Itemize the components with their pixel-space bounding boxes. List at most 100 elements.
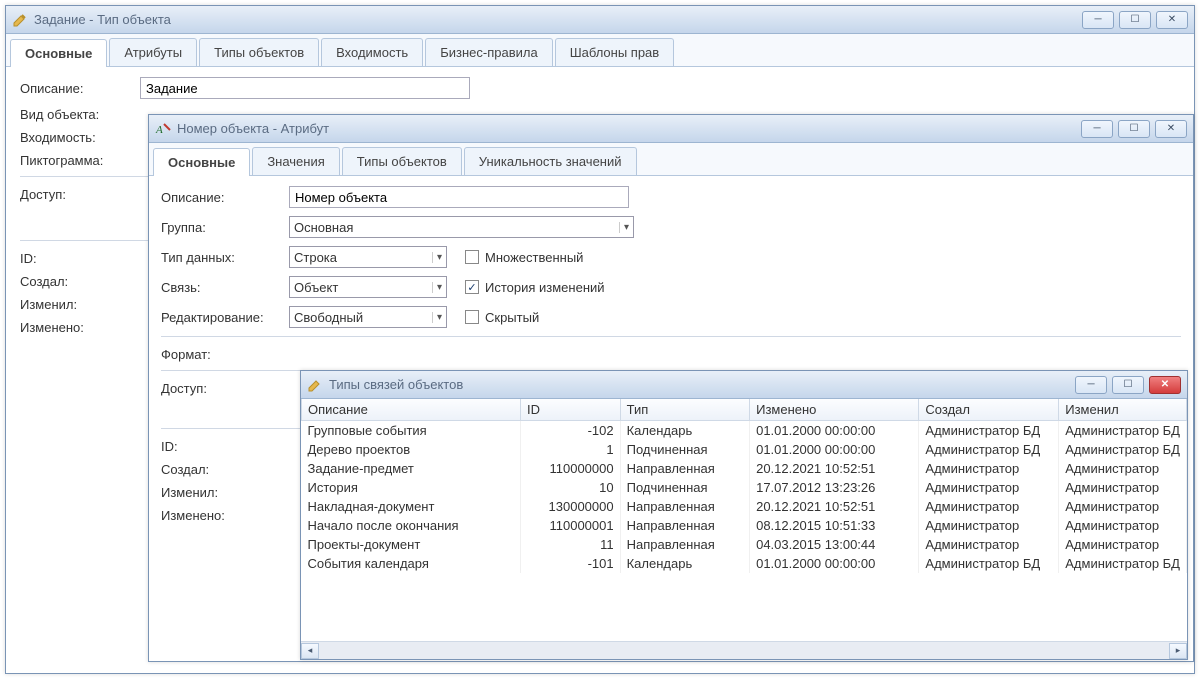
maximize-button[interactable]: ☐ (1119, 11, 1151, 29)
scroll-track[interactable] (319, 643, 1169, 659)
col-id[interactable]: ID (521, 399, 621, 421)
cell-created-by: Администратор (919, 459, 1059, 478)
col-modified[interactable]: Изменено (750, 399, 919, 421)
titlebar[interactable]: Задание - Тип объекта ─ ☐ ✕ (6, 6, 1194, 34)
col-modified-by[interactable]: Изменил (1059, 399, 1187, 421)
window-controls: ─ ☐ ✕ (1082, 11, 1188, 29)
link-types-icon (307, 377, 323, 393)
cell-modified: 01.01.2000 00:00:00 (750, 421, 919, 441)
tab-unique-values[interactable]: Уникальность значений (464, 147, 637, 175)
window-title: Типы связей объектов (329, 377, 1075, 392)
tab-main[interactable]: Основные (10, 39, 107, 67)
editing-dropdown[interactable]: Свободный ▾ (289, 306, 447, 328)
scroll-left-button[interactable]: ◂ (301, 643, 319, 659)
cell-modified-by: Администратор (1059, 478, 1187, 497)
group-dropdown[interactable]: Основная ▾ (289, 216, 634, 238)
col-created-by[interactable]: Создал (919, 399, 1059, 421)
tab-object-types[interactable]: Типы объектов (199, 38, 319, 66)
data-type-value: Строка (294, 250, 428, 265)
hidden-checkbox[interactable]: Скрытый (465, 310, 539, 325)
attribute-icon: A (155, 121, 171, 137)
maximize-button[interactable]: ☐ (1118, 120, 1150, 138)
cell-created-by: Администратор БД (919, 554, 1059, 573)
modified-label: Изменено: (161, 508, 289, 523)
cell-description: Проекты-документ (302, 535, 521, 554)
col-description[interactable]: Описание (302, 399, 521, 421)
cell-created-by: Администратор (919, 497, 1059, 516)
created-label: Создал: (20, 274, 140, 289)
table-row[interactable]: История10Подчиненная17.07.2012 13:23:26А… (302, 478, 1187, 497)
chevron-down-icon: ▾ (432, 282, 442, 293)
minimize-button[interactable]: ─ (1075, 376, 1107, 394)
link-dropdown[interactable]: Объект ▾ (289, 276, 447, 298)
id-label: ID: (20, 251, 140, 266)
cell-type: Подчиненная (620, 478, 749, 497)
modified-by-label: Изменил: (161, 485, 289, 500)
history-checkbox[interactable]: ✓ История изменений (465, 280, 605, 295)
cell-description: Дерево проектов (302, 440, 521, 459)
tab-object-types[interactable]: Типы объектов (342, 147, 462, 175)
table-row[interactable]: Накладная-документ130000000Направленная2… (302, 497, 1187, 516)
tab-business-rules[interactable]: Бизнес-правила (425, 38, 552, 66)
cell-modified-by: Администратор БД (1059, 554, 1187, 573)
cell-modified-by: Администратор (1059, 459, 1187, 478)
data-type-dropdown[interactable]: Строка ▾ (289, 246, 447, 268)
editing-value: Свободный (294, 310, 428, 325)
close-button[interactable]: ✕ (1149, 376, 1181, 394)
minimize-button[interactable]: ─ (1082, 11, 1114, 29)
table-row[interactable]: Групповые события-102Календарь01.01.2000… (302, 421, 1187, 441)
multiple-checkbox[interactable]: Множественный (465, 250, 583, 265)
chevron-down-icon: ▾ (619, 222, 629, 233)
cell-description: Начало после окончания (302, 516, 521, 535)
table-row[interactable]: Начало после окончания110000001Направлен… (302, 516, 1187, 535)
tabs: Основные Атрибуты Типы объектов Входимос… (6, 34, 1194, 67)
window-title: Номер объекта - Атрибут (177, 121, 1081, 136)
cell-type: Направленная (620, 535, 749, 554)
tab-values[interactable]: Значения (252, 147, 339, 175)
format-label: Формат: (161, 347, 289, 362)
cell-modified: 04.03.2015 13:00:44 (750, 535, 919, 554)
history-label: История изменений (485, 280, 605, 295)
cell-id: -101 (521, 554, 621, 573)
id-label: ID: (161, 439, 289, 454)
col-type[interactable]: Тип (620, 399, 749, 421)
scroll-right-button[interactable]: ▸ (1169, 643, 1187, 659)
cell-id: 11 (521, 535, 621, 554)
cell-created-by: Администратор (919, 535, 1059, 554)
description-label: Описание: (161, 190, 289, 205)
cell-description: События календаря (302, 554, 521, 573)
close-button[interactable]: ✕ (1155, 120, 1187, 138)
description-input[interactable] (289, 186, 629, 208)
cell-modified: 08.12.2015 10:51:33 (750, 516, 919, 535)
cell-type: Календарь (620, 421, 749, 441)
cell-modified: 01.01.2000 00:00:00 (750, 440, 919, 459)
tab-inheritance[interactable]: Входимость (321, 38, 423, 66)
cell-id: 110000001 (521, 516, 621, 535)
table-row[interactable]: Проекты-документ11Направленная04.03.2015… (302, 535, 1187, 554)
table-row[interactable]: Дерево проектов1Подчиненная01.01.2000 00… (302, 440, 1187, 459)
cell-id: 110000000 (521, 459, 621, 478)
description-input[interactable] (140, 77, 470, 99)
data-type-label: Тип данных: (161, 250, 289, 265)
tab-rights-templates[interactable]: Шаблоны прав (555, 38, 675, 66)
link-types-table[interactable]: Описание ID Тип Изменено Создал Изменил … (301, 399, 1187, 573)
horizontal-scrollbar[interactable]: ◂ ▸ (301, 641, 1187, 659)
close-button[interactable]: ✕ (1156, 11, 1188, 29)
minimize-button[interactable]: ─ (1081, 120, 1113, 138)
table-row[interactable]: События календаря-101Календарь01.01.2000… (302, 554, 1187, 573)
tab-main[interactable]: Основные (153, 148, 250, 176)
tab-attributes[interactable]: Атрибуты (109, 38, 197, 66)
checkbox-icon (465, 310, 479, 324)
titlebar[interactable]: Типы связей объектов ─ ☐ ✕ (301, 371, 1187, 399)
cell-type: Подчиненная (620, 440, 749, 459)
grid-area: Описание ID Тип Изменено Создал Изменил … (301, 399, 1187, 659)
multiple-label: Множественный (485, 250, 583, 265)
cell-description: Задание-предмет (302, 459, 521, 478)
table-row[interactable]: Задание-предмет110000000Направленная20.1… (302, 459, 1187, 478)
cell-id: -102 (521, 421, 621, 441)
object-kind-label: Вид объекта: (20, 107, 140, 122)
titlebar[interactable]: A Номер объекта - Атрибут ─ ☐ ✕ (149, 115, 1193, 143)
chevron-down-icon: ▾ (432, 252, 442, 263)
checkbox-icon: ✓ (465, 280, 479, 294)
maximize-button[interactable]: ☐ (1112, 376, 1144, 394)
